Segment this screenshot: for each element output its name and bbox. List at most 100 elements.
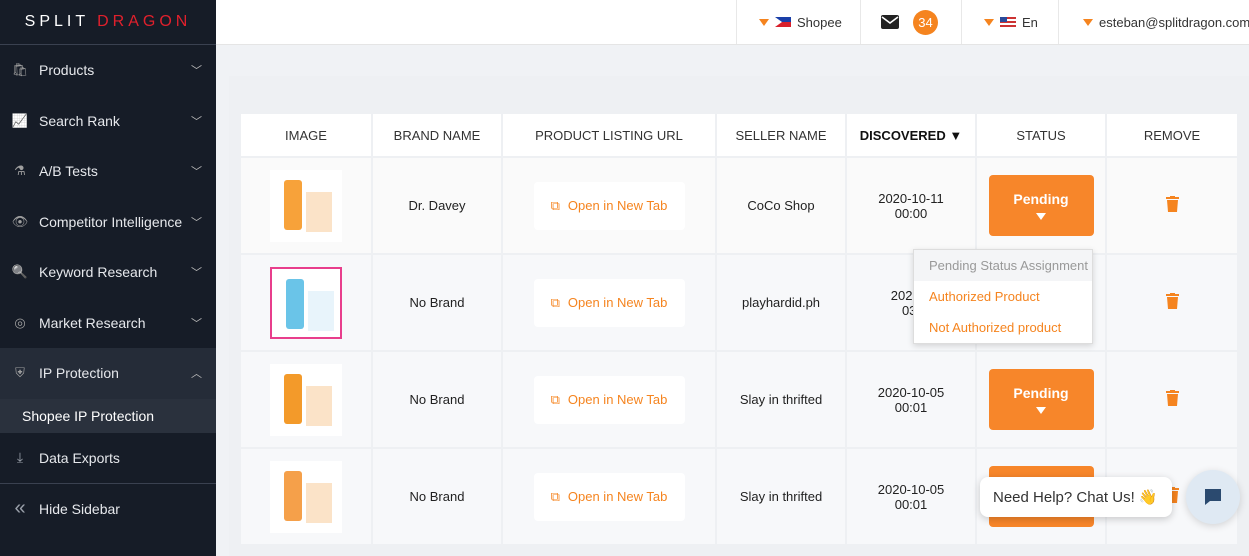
marketplace-label: Shopee [797,14,842,30]
logo[interactable]: SPLIT DRAGON [0,0,216,45]
brand-name: No Brand [373,352,501,447]
table-row: Dr. Davey ⧉ Open in New Tab CoCo Shop 202… [241,158,1237,253]
sidebar-item-label: A/B Tests [39,163,98,180]
chevron-down-icon: ﹀ [191,65,202,78]
chevron-down-icon: ﹀ [191,267,202,280]
us-flag-icon [1000,17,1016,27]
external-link-icon: ⧉ [550,197,560,213]
chevron-down-icon: ﹀ [191,115,202,128]
column-header: STATUS [977,114,1105,156]
external-link-icon: ⧉ [550,294,560,310]
sidebar-item-market-research[interactable]: ◎ Market Research ﹀ [0,298,216,349]
flask-icon: ⚗ [14,163,26,179]
status-cell: Pending [977,352,1105,447]
status-dropdown-button[interactable]: Pending [988,175,1094,236]
sidebar-item-ip-protection[interactable]: ⛨ IP Protection ︿ [0,348,216,399]
brand-name: No Brand [373,255,501,350]
column-header: IMAGE [241,114,371,156]
user-email: esteban@splitdragon.com [1099,14,1249,30]
table-row: No Brand ⧉ Open in New Tab Slay in thrift… [241,352,1237,447]
messages-button[interactable]: 34 [860,0,961,44]
chat-button[interactable] [1186,470,1240,524]
seller-name: playhardid.ph [717,255,845,350]
shield-icon: ⛨ [15,365,25,381]
hide-sidebar-button[interactable]: « Hide Sidebar [0,483,216,534]
target-icon: ◎ [14,314,26,330]
sidebar-item-label: Search Rank [39,112,120,129]
chevron-down-icon: ﹀ [191,166,202,179]
status-option-not-authorized[interactable]: Not Authorized product [914,312,1092,343]
sidebar-item-label: Data Exports [39,449,120,466]
caret-down-icon [1036,407,1046,414]
column-header: BRAND NAME [373,114,501,156]
status-cell: Pending [977,158,1105,253]
marketplace-selector[interactable]: Shopee [736,0,860,44]
link-label: Open in New Tab [567,392,668,407]
sidebar-item-label: Market Research [39,314,146,331]
product-image [270,460,342,533]
caret-down-icon [759,18,769,26]
mail-icon [881,15,899,29]
sidebar-item-products[interactable]: 🛍 Products ﹀ [0,45,216,96]
trash-icon[interactable] [1165,390,1179,406]
caret-down-icon [1083,18,1093,26]
discovered-date: 2020-10-05 00:01 [847,449,975,544]
philippines-flag-icon [775,17,791,27]
status-dropdown-menu: Pending Status Assignment Authorized Pro… [913,249,1093,344]
trash-icon[interactable] [1165,293,1179,309]
chat-help-bubble[interactable]: Need Help? Chat Us! 👋 [980,477,1172,517]
sidebar-item-label: Products [39,62,95,79]
seller-name: Slay in thrifted [717,449,845,544]
chevron-down-icon: ﹀ [191,216,202,229]
logo-text-red: DRAGON [97,13,192,30]
mail-count-badge: 34 [913,9,938,35]
column-header: PRODUCT LISTING URL [503,114,715,156]
chevron-up-icon: ︿ [191,368,202,381]
open-in-new-tab-link[interactable]: ⧉ Open in New Tab [533,278,685,327]
product-image [270,169,342,242]
logo-text: SPLIT [24,13,90,30]
sidebar-item-search-rank[interactable]: 📈 Search Rank ﹀ [0,96,216,147]
link-label: Open in New Tab [567,295,668,310]
status-dropdown-button[interactable]: Pending [988,369,1094,430]
sidebar: SPLIT DRAGON 🛍 Products ﹀ 📈 Search Rank ﹀ ⚗ A/B … [0,0,216,556]
date: 2020-10-05 [877,384,945,400]
chart-line-icon: 📈 [11,112,29,128]
sidebar-item-competitor-intelligence[interactable]: 👁 Competitor Intelligence ﹀ [0,197,216,248]
sidebar-item-label: Keyword Research [39,264,158,281]
discovered-date: 2020-10-05 00:01 [847,352,975,447]
time: 00:01 [894,399,928,415]
status-option-authorized[interactable]: Authorized Product [914,281,1092,312]
status-label: Pending [1013,191,1069,207]
status-label: Pending [1013,385,1069,401]
time: 00:01 [894,496,928,512]
date: 2020-10-05 [877,481,945,497]
caret-down-icon [984,18,994,26]
seller-name: CoCo Shop [717,158,845,253]
brand-name: No Brand [373,449,501,544]
open-in-new-tab-link[interactable]: ⧉ Open in New Tab [533,181,685,230]
product-image [270,266,342,339]
language-selector[interactable]: En [961,0,1058,44]
time: 00:00 [894,205,928,221]
trash-icon[interactable] [1165,196,1179,212]
column-header: SELLER NAME [717,114,845,156]
date: 2020-10-11 [878,190,944,206]
external-link-icon: ⧉ [550,488,560,504]
chevron-down-icon: ﹀ [191,317,202,330]
sidebar-item-label: IP Protection [39,365,119,382]
user-menu[interactable]: esteban@splitdragon.com [1058,0,1249,44]
sidebar-item-data-exports[interactable]: ⤓ Data Exports [0,433,216,484]
sidebar-item-keyword-research[interactable]: 🔍 Keyword Research ﹀ [0,247,216,298]
sidebar-subitem-shopee-ip-protection[interactable]: Shopee IP Protection [0,398,216,433]
open-in-new-tab-link[interactable]: ⧉ Open in New Tab [533,472,685,521]
column-header[interactable]: DISCOVERED ▼ [847,114,975,156]
discovered-date: 2020-10-11 00:00 [847,158,975,253]
language-label: En [1022,14,1038,30]
column-header: REMOVE [1107,114,1237,156]
chat-icon [1205,489,1221,505]
link-label: Open in New Tab [567,489,668,504]
eye-icon: 👁 [11,213,29,229]
sidebar-item-a-b-tests[interactable]: ⚗ A/B Tests ﹀ [0,146,216,197]
open-in-new-tab-link[interactable]: ⧉ Open in New Tab [533,375,685,424]
